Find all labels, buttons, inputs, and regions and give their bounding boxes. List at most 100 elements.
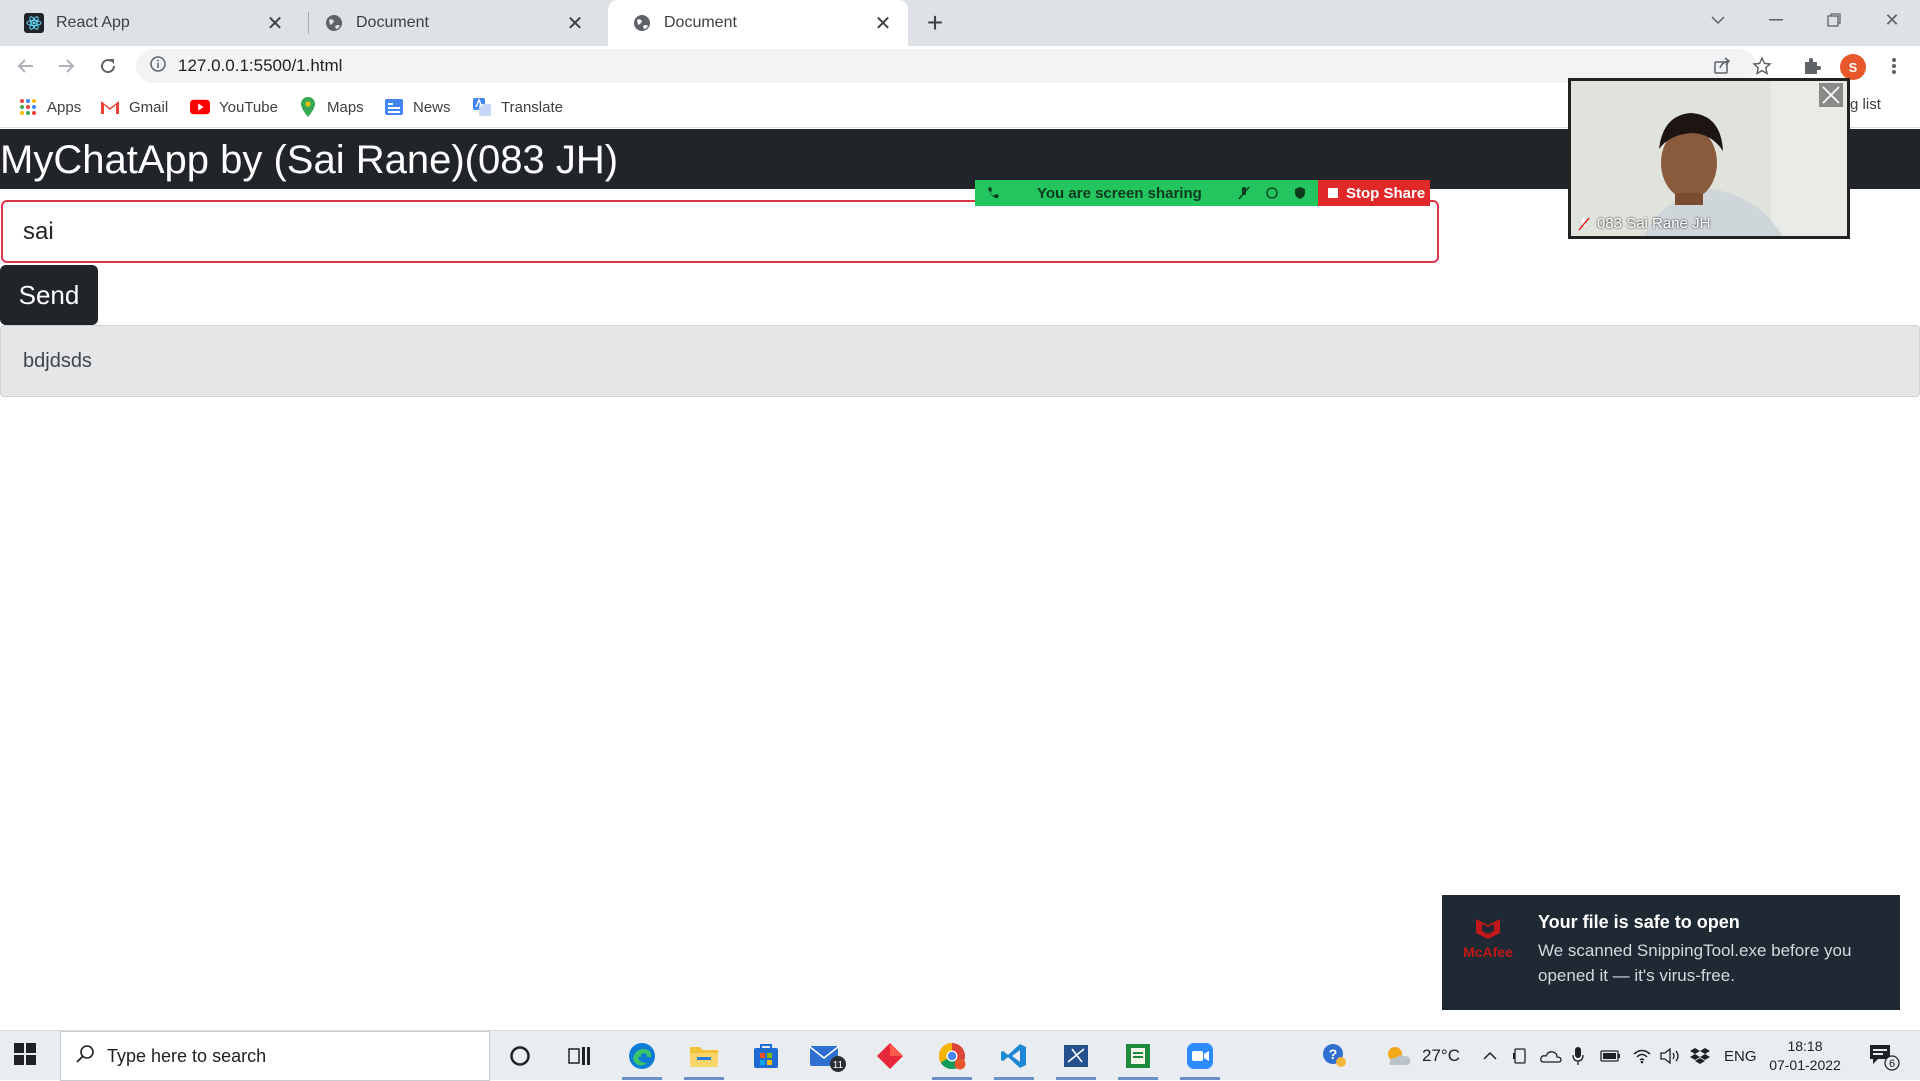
tab-document-1[interactable]: Document ✕ — [300, 0, 600, 46]
tab-title: Document — [664, 14, 737, 31]
language-text: ENG — [1724, 1047, 1757, 1065]
close-tab-icon[interactable]: ✕ — [872, 12, 894, 35]
chrome-icon[interactable] — [926, 1036, 978, 1080]
pause-icon[interactable] — [1258, 187, 1286, 199]
bookmark-youtube[interactable]: YouTube — [190, 96, 278, 118]
microsoft-store-icon[interactable] — [740, 1036, 792, 1076]
dropbox-icon[interactable] — [1690, 1031, 1710, 1081]
windows-taskbar: Type here to search 11 ? 27°C ENG 18:18 … — [0, 1030, 1920, 1081]
notification-center-icon[interactable]: 6 — [1868, 1031, 1900, 1081]
menu-kebab-icon[interactable] — [1878, 50, 1910, 82]
message-input[interactable] — [1, 200, 1439, 263]
tab-title: React App — [56, 14, 130, 31]
tab-react-app[interactable]: React App ✕ — [0, 0, 300, 46]
react-icon — [24, 13, 44, 33]
back-icon[interactable] — [10, 50, 42, 82]
close-window-icon[interactable]: ✕ — [1864, 0, 1920, 40]
news-icon — [384, 97, 404, 117]
mail-icon[interactable]: 11 — [802, 1036, 854, 1076]
volume-icon[interactable] — [1660, 1031, 1682, 1081]
taskbar-clock[interactable]: 18:18 07-01-2022 — [1760, 1037, 1850, 1075]
help-icon[interactable]: ? — [1322, 1031, 1348, 1081]
language-indicator[interactable]: ENG — [1724, 1031, 1757, 1081]
taskbar-search-input[interactable]: Type here to search — [60, 1031, 490, 1081]
weather-sun-icon — [1388, 1047, 1411, 1065]
send-button[interactable]: Send — [0, 265, 98, 325]
stop-share-label: Stop Share — [1346, 184, 1426, 202]
windows-start-icon[interactable] — [14, 1043, 40, 1069]
cortana-icon[interactable] — [494, 1036, 546, 1076]
clock-time: 18:18 — [1787, 1038, 1823, 1054]
toast-body: We scanned SnippingTool.exe before you o… — [1538, 941, 1852, 985]
new-tab-button[interactable]: + — [920, 7, 950, 38]
phone-icon — [975, 186, 1011, 200]
expand-video-icon[interactable] — [1819, 83, 1843, 107]
video-thumbnail[interactable]: 083 Sai Rane JH — [1568, 78, 1850, 239]
device-icon[interactable] — [1512, 1031, 1528, 1081]
mcafee-notification[interactable]: McAfee Your file is safe to open We scan… — [1442, 895, 1900, 1010]
notification-count: 6 — [1889, 1058, 1895, 1070]
snipping-tool-icon[interactable] — [1050, 1036, 1102, 1080]
bookmark-translate[interactable]: Translate — [472, 96, 563, 118]
browser-tab-strip: React App ✕ Document ✕ Document ✕ + ✕ — [0, 0, 1920, 46]
bookmark-news[interactable]: News — [384, 96, 451, 118]
participant-name: 083 Sai Rane JH — [1597, 215, 1711, 232]
globe-icon — [324, 13, 344, 33]
bookmark-apps[interactable]: Apps — [18, 96, 81, 118]
bookmark-maps[interactable]: Maps — [298, 96, 364, 118]
restore-icon[interactable] — [1806, 0, 1862, 40]
bookmark-label: YouTube — [219, 98, 278, 116]
participant-label: 083 Sai Rane JH — [1577, 215, 1710, 232]
message-list: bdjdsds — [0, 325, 1920, 397]
share-status-text: You are screen sharing — [1037, 184, 1202, 202]
wifi-icon[interactable] — [1632, 1031, 1652, 1081]
bookmark-label: News — [413, 98, 451, 116]
close-tab-icon[interactable]: ✕ — [564, 12, 586, 35]
mcafee-brand-text: McAfee — [1463, 944, 1513, 960]
apps-grid-icon — [18, 97, 38, 117]
bookmark-label: Translate — [501, 98, 563, 116]
stop-square-icon — [1328, 188, 1338, 198]
tab-search-icon[interactable] — [1690, 0, 1746, 40]
vscode-icon[interactable] — [988, 1036, 1040, 1080]
task-view-icon[interactable] — [554, 1036, 606, 1076]
url-text: 127.0.0.1:5500/1.html — [178, 56, 343, 75]
minimize-icon[interactable] — [1748, 0, 1804, 40]
shield-icon[interactable] — [1286, 186, 1314, 200]
profile-avatar[interactable]: S — [1840, 54, 1866, 80]
microphone-icon[interactable] — [1572, 1031, 1584, 1081]
file-explorer-icon[interactable] — [678, 1036, 730, 1080]
mute-mic-icon[interactable] — [1230, 186, 1258, 200]
gmail-icon — [100, 97, 120, 117]
toast-title: Your file is safe to open — [1538, 912, 1740, 932]
search-icon — [75, 1044, 95, 1069]
stop-share-button[interactable]: Stop Share — [1318, 180, 1430, 206]
close-tab-icon[interactable]: ✕ — [264, 12, 286, 35]
muted-mic-icon — [1578, 216, 1590, 231]
forward-icon[interactable] — [50, 50, 82, 82]
mcafee-logo: McAfee — [1458, 915, 1518, 960]
battery-icon[interactable] — [1600, 1031, 1622, 1081]
address-bar[interactable]: 127.0.0.1:5500/1.html — [136, 49, 1756, 83]
zoom-app-icon[interactable] — [1174, 1036, 1226, 1080]
reload-icon[interactable] — [92, 50, 124, 82]
temperature: 27°C — [1422, 1046, 1460, 1065]
bookmark-label: Gmail — [129, 98, 169, 116]
weather-widget[interactable]: 27°C — [1384, 1031, 1460, 1081]
bookmark-label: Maps — [327, 98, 364, 116]
notepad-app-icon[interactable] — [1112, 1036, 1164, 1080]
svg-text:?: ? — [1329, 1046, 1338, 1062]
app-brand: MyChatApp by (Sai Rane)(083 JH) — [0, 138, 619, 182]
tab-document-2[interactable]: Document ✕ — [608, 0, 908, 46]
onedrive-cloud-icon[interactable] — [1540, 1031, 1562, 1081]
clock-date: 07-01-2022 — [1769, 1057, 1841, 1073]
edge-browser-icon[interactable] — [616, 1036, 668, 1080]
info-icon[interactable] — [150, 55, 166, 77]
maps-pin-icon — [298, 97, 318, 117]
mail-badge: 11 — [833, 1060, 844, 1071]
bookmark-gmail[interactable]: Gmail — [100, 96, 168, 118]
translate-icon — [472, 97, 492, 117]
bookmark-label: Apps — [47, 98, 82, 116]
red-diamond-app-icon[interactable] — [864, 1036, 916, 1076]
chevron-up-icon[interactable] — [1482, 1031, 1498, 1081]
